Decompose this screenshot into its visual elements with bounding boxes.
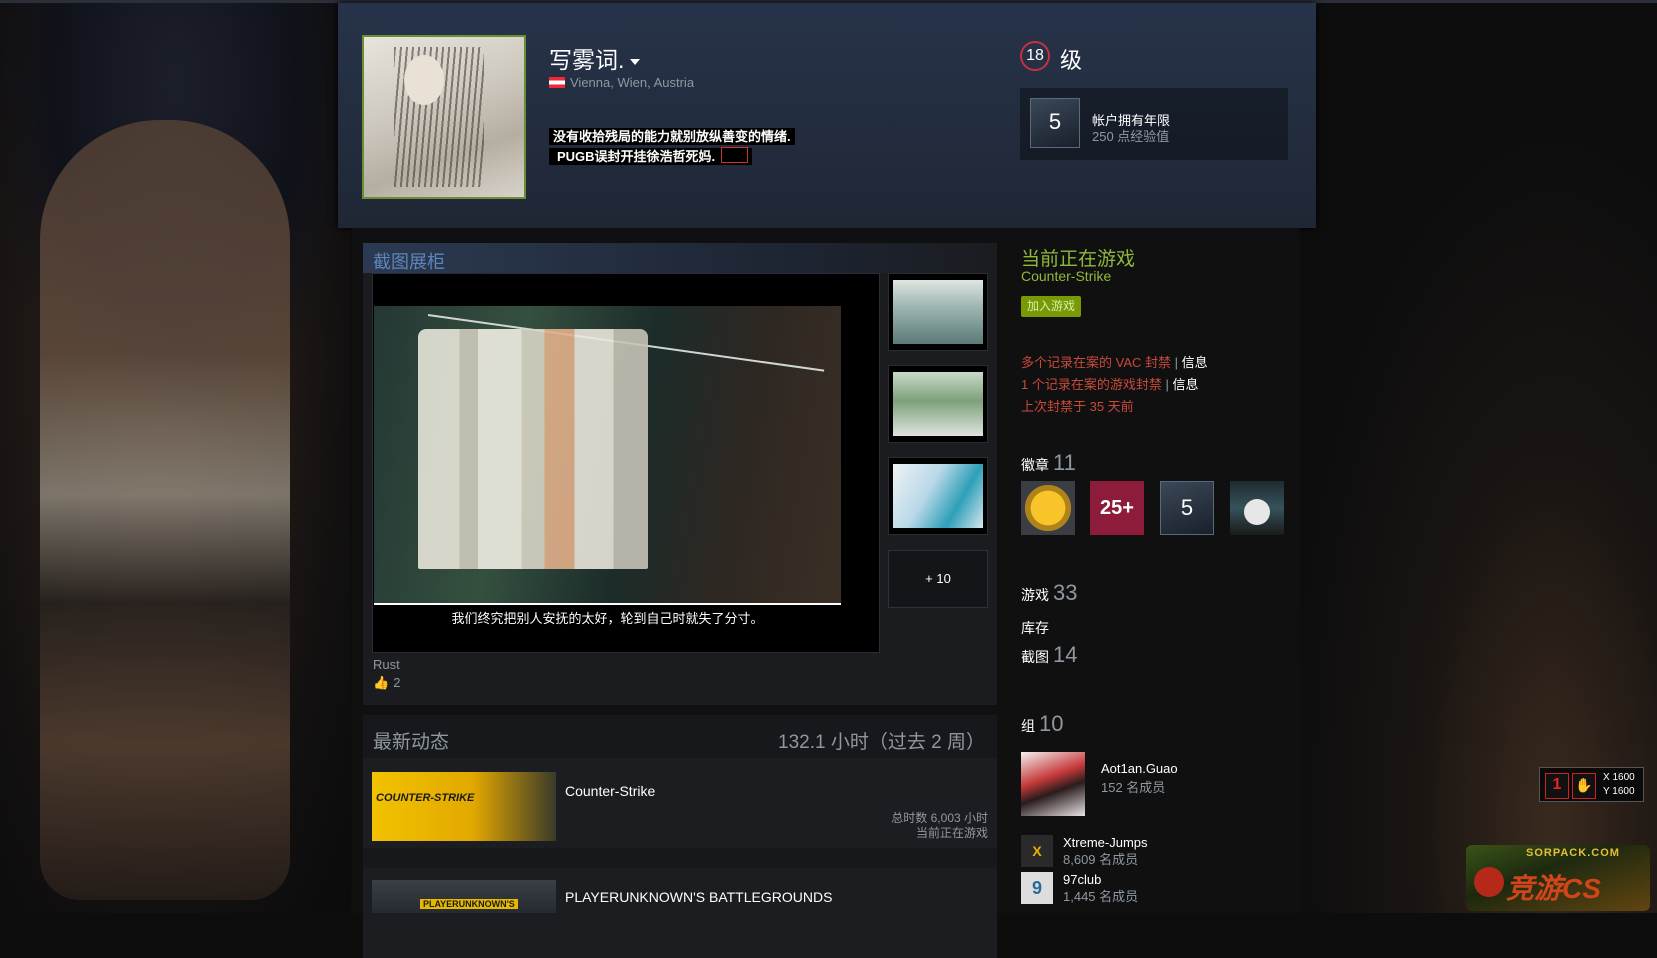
- screenshots-count: 14: [1053, 642, 1078, 667]
- showcase-thumb-1[interactable]: [888, 273, 988, 351]
- persona-name[interactable]: 写雾词.: [549, 41, 641, 75]
- overlay-x: X 1600: [1603, 772, 1635, 783]
- favorite-badge-xp: 250 点经验值: [1092, 129, 1170, 144]
- group-avatar-aot1an[interactable]: [1021, 752, 1085, 816]
- vac-ban-text: 多个记录在案的 VAC 封禁: [1021, 355, 1171, 370]
- now-playing-title: 当前正在游戏: [1021, 249, 1136, 270]
- avatar-face: [404, 55, 444, 105]
- recent-game-name[interactable]: Counter-Strike: [565, 783, 655, 799]
- group-name[interactable]: Aot1an.Guao: [1101, 761, 1178, 776]
- years-badge-icon: 5: [1030, 98, 1080, 148]
- showcase-title: 截图展柜: [373, 252, 445, 272]
- capsule-logo-text: COUNTER-STRIKE: [376, 792, 475, 804]
- overlay-app-icon: 1: [1545, 773, 1569, 799]
- site-watermark: SORPACK.COM 竞游CS: [1466, 845, 1650, 911]
- summary-line-1: 没有收拾残局的能力就别放纵善变的情绪.: [549, 128, 795, 145]
- monster-badge-icon[interactable]: [1230, 481, 1284, 535]
- join-game-button[interactable]: 加入游戏: [1021, 296, 1081, 317]
- gold-coin-badge-icon[interactable]: [1021, 481, 1075, 535]
- recent-game-stats: 总时数 6,003 小时 当前正在游戏: [700, 811, 988, 841]
- likes-count: 2: [393, 675, 401, 690]
- caption-divider: [374, 603, 841, 605]
- xtreme-jumps-logo-icon[interactable]: X: [1021, 835, 1053, 867]
- showcase-thumb-2[interactable]: [888, 365, 988, 443]
- group-name[interactable]: 97club: [1063, 872, 1101, 887]
- inventory-link[interactable]: 库存: [1021, 618, 1049, 638]
- groups-link[interactable]: 组 10: [1021, 711, 1063, 737]
- profile-avatar[interactable]: [362, 35, 526, 199]
- thumbs-up-icon: 👍: [373, 675, 390, 690]
- background-figure: [40, 120, 290, 900]
- game-ban-line: 1 个记录在案的游戏封禁 | 信息: [1021, 374, 1199, 393]
- games-link[interactable]: 游戏 33: [1021, 580, 1077, 606]
- vac-info-link[interactable]: 信息: [1182, 355, 1208, 370]
- group-members: 1,445 名成员: [1063, 889, 1139, 904]
- thumb-image: [893, 280, 983, 344]
- screenshot-game-link[interactable]: Rust: [373, 657, 400, 672]
- games-count: 33: [1053, 580, 1078, 605]
- background-art-left: [0, 0, 350, 913]
- skull-icon: [1244, 499, 1270, 525]
- game-ban-info-link[interactable]: 信息: [1172, 377, 1198, 392]
- showcase-more-button[interactable]: + 10: [888, 550, 988, 608]
- showcase-header: 截图展柜: [363, 243, 997, 273]
- profile-summary: 没有收拾残局的能力就别放纵善变的情绪. PUGB误封开挂徐浩哲死妈.: [549, 127, 795, 167]
- profile-header: 写雾词. Vienna, Wien, Austria 没有收拾残局的能力就别放纵…: [338, 3, 1316, 228]
- capsule-logo-text: PLAYERUNKNOWN'S: [420, 899, 518, 909]
- group-members: 152 名成员: [1101, 780, 1166, 795]
- resolution-overlay: 1 ✋ X 1600 Y 1600: [1539, 767, 1644, 802]
- watermark-site: SORPACK.COM: [1526, 847, 1620, 859]
- 97club-logo-icon[interactable]: 9: [1021, 872, 1053, 904]
- groups-count: 10: [1039, 711, 1064, 736]
- watermark-logo-icon: [1474, 867, 1504, 897]
- location-text: Vienna, Wien, Austria: [570, 75, 695, 90]
- showcase-thumb-3[interactable]: [888, 457, 988, 535]
- overlay-y: Y 1600: [1603, 786, 1635, 797]
- level-label: 级: [1060, 48, 1083, 73]
- recent-game-name[interactable]: PLAYERUNKNOWN'S BATTLEGROUNDS: [565, 889, 832, 905]
- thumb-image: [893, 372, 983, 436]
- group-members: 8,609 名成员: [1063, 852, 1139, 867]
- separator: |: [1174, 355, 1179, 370]
- games-label: 游戏: [1021, 587, 1049, 603]
- counter-strike-capsule[interactable]: COUNTER-STRIKE: [372, 772, 556, 841]
- separator: |: [1165, 377, 1169, 392]
- badges-link[interactable]: 徽章 11: [1021, 450, 1076, 476]
- level-circle[interactable]: 18: [1020, 41, 1050, 71]
- groups-label: 组: [1021, 718, 1035, 734]
- chevron-down-icon[interactable]: [630, 58, 641, 65]
- five-years-badge-icon[interactable]: 5: [1160, 481, 1214, 535]
- thumb-image: [893, 464, 983, 528]
- game-ban-text: 1 个记录在案的游戏封禁: [1021, 377, 1162, 392]
- recent-activity-hours: 132.1 小时（过去 2 周）: [778, 732, 985, 753]
- pubg-capsule[interactable]: PLAYERUNKNOWN'S: [372, 880, 556, 913]
- screenshots-label: 截图: [1021, 649, 1049, 665]
- persona-name-text: 写雾词.: [549, 47, 625, 73]
- austria-flag-icon: [549, 77, 565, 88]
- group-name[interactable]: Xtreme-Jumps: [1063, 835, 1148, 850]
- badges-count: 11: [1053, 450, 1076, 475]
- screenshot-likes[interactable]: 👍 2: [373, 675, 400, 691]
- game-status: 当前正在游戏: [915, 826, 988, 840]
- emoticon-icon: [721, 147, 749, 163]
- screenshots-link[interactable]: 截图 14: [1021, 642, 1077, 668]
- vac-ban-line: 多个记录在案的 VAC 封禁 | 信息: [1021, 352, 1208, 371]
- now-playing-game[interactable]: Counter-Strike: [1021, 268, 1111, 284]
- last-ban: 上次封禁于 35 天前: [1021, 399, 1134, 414]
- game-total-hours: 总时数 6,003 小时: [891, 811, 988, 825]
- overlay-hand-icon: ✋: [1572, 773, 1596, 799]
- summary-line-2: PUGB误封开挂徐浩哲死妈.: [553, 148, 720, 165]
- favorite-badge[interactable]: 5 帐户拥有年限 250 点经验值: [1020, 88, 1288, 160]
- badges-label: 徽章: [1021, 457, 1049, 473]
- showcase-main-screenshot[interactable]: 我们终究把别人安抚的太好，轮到自己时就失了分寸。: [372, 273, 880, 653]
- profile-location: Vienna, Wien, Austria: [549, 75, 694, 90]
- watermark-brand: 竞游CS: [1506, 873, 1601, 904]
- years-25-badge-icon[interactable]: 25+: [1090, 481, 1144, 535]
- screenshot-clothes: [418, 329, 648, 569]
- screenshot-caption: 我们终究把别人安抚的太好，轮到自己时就失了分寸。: [451, 611, 764, 626]
- recent-activity-title: 最新动态: [373, 732, 450, 753]
- overlay-coordinates: X 1600 Y 1600: [1603, 771, 1635, 799]
